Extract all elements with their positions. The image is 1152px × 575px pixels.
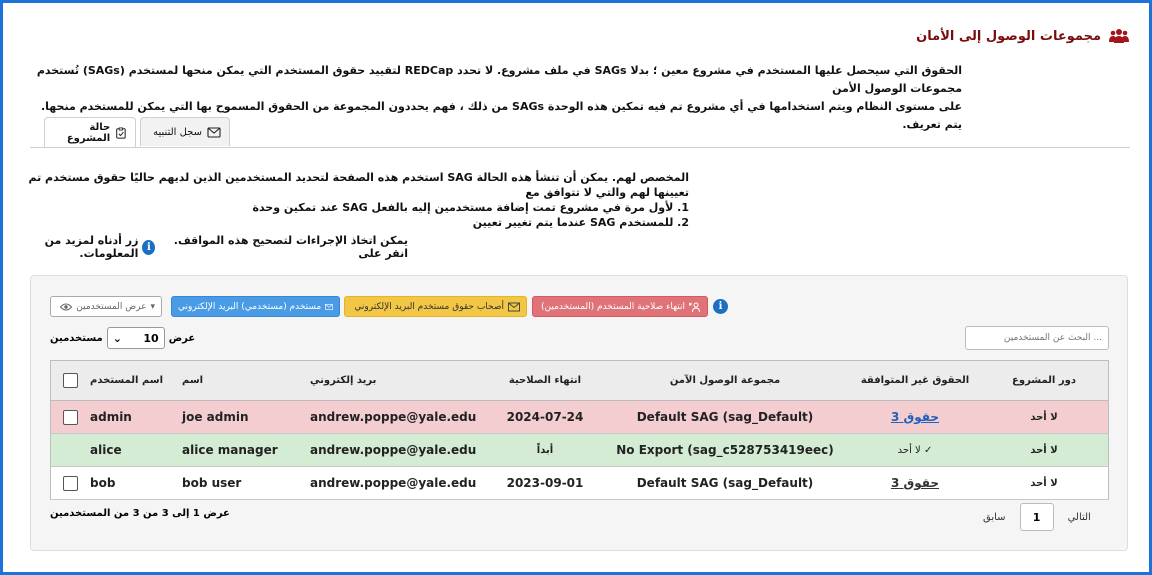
next-button[interactable]: التالي — [1068, 512, 1091, 523]
role-cell: لا أحد — [980, 433, 1109, 467]
col-project-role[interactable]: دور المشروع — [980, 360, 1109, 401]
users-panel: i انتهاء صلاحية المستخدم (المستخدمين) أص… — [30, 275, 1128, 551]
noncompliant-cell: لا أحد ✓ — [850, 433, 980, 467]
expiration-cell: أبداً — [490, 433, 600, 467]
search-input[interactable] — [965, 326, 1109, 350]
expiration-cell: 2024-07-24 — [490, 400, 600, 434]
list-item: 2. للمستخدم SAG عندما يتم تغيير تعيين — [472, 216, 689, 229]
col-sag[interactable]: مجموعة الوصول الآمن — [600, 360, 850, 401]
email-cell: andrew.poppe@yale.edu — [310, 433, 490, 467]
email-rights-holders-button[interactable]: أصحاب حقوق مستخدم البريد الإلكتروني — [344, 296, 527, 317]
col-noncompliant[interactable]: الحقوق غير المتوافقة — [850, 360, 980, 401]
email-users-button[interactable]: مستخدم (مستخدمي) البريد الإلكتروني — [171, 296, 340, 317]
noncompliant-rights-link[interactable]: حقوق 3 — [891, 476, 939, 490]
col-email[interactable]: بريد إلكتروني — [310, 360, 490, 401]
name-cell: bob user — [182, 466, 310, 500]
page-length-select[interactable]: 10 ⌄ — [106, 327, 165, 349]
col-username[interactable]: اسم المستخدم — [90, 360, 182, 401]
page-title: مجموعات الوصول إلى الأمان — [916, 28, 1129, 44]
chevron-down-icon: ⌄ — [112, 331, 122, 345]
cause-list: 1. لأول مرة في مشروع تمت إضافة مستخدمين … — [17, 200, 689, 230]
name-cell: alice manager — [182, 433, 310, 467]
role-cell: لا أحد — [980, 400, 1109, 434]
previous-button[interactable]: سابق — [983, 512, 1006, 523]
row-select[interactable] — [50, 466, 90, 500]
row-select[interactable] — [50, 400, 90, 434]
more-info-line: يمكن اتخاذ الإجراءات لتصحيح هذه المواقف.… — [44, 234, 408, 260]
table-row: alice alice manager andrew.poppe@yale.ed… — [50, 433, 1109, 467]
noncompliant-rights-link[interactable]: حقوق 3 — [891, 410, 939, 424]
row-checkbox[interactable] — [63, 409, 78, 425]
row-select — [50, 433, 90, 467]
view-users-dropdown[interactable]: ▾ عرض المستخدمين — [50, 296, 162, 317]
check-icon: ✓ — [923, 444, 933, 456]
username-cell: admin — [90, 400, 182, 434]
col-expiration[interactable]: انتهاء الصلاحية — [490, 360, 600, 401]
table-row: admin joe admin andrew.poppe@yale.edu 20… — [50, 400, 1109, 434]
mail-log-icon — [207, 127, 221, 138]
user-x-icon — [689, 302, 700, 312]
username-cell: bob — [90, 466, 182, 500]
sag-cell: Default SAG (sag_Default) — [600, 466, 850, 500]
info-icon: i — [142, 239, 156, 255]
select-all-checkbox[interactable] — [63, 373, 78, 388]
page-length-control: عرض 10 ⌄ مستخدمين — [50, 327, 195, 349]
users-group-icon — [1109, 29, 1129, 43]
envelope-icon — [508, 302, 520, 311]
row-checkbox[interactable] — [63, 475, 78, 491]
chevron-down-icon: ▾ — [150, 301, 155, 312]
table-summary: عرض 1 إلى 3 من 3 من المستخدمين — [50, 508, 230, 519]
tab-alert-log[interactable]: سجل التنبيه — [140, 117, 230, 146]
noncompliant-cell: حقوق 3 — [850, 400, 980, 434]
col-name[interactable]: اسم — [182, 360, 310, 401]
expire-users-button[interactable]: انتهاء صلاحية المستخدم (المستخدمين) — [532, 296, 708, 317]
page-frame: مجموعات الوصول إلى الأمان الحقوق التي سي… — [0, 0, 1152, 575]
tab-project-status[interactable]: حالة المشروع — [44, 117, 136, 147]
info-button[interactable]: i — [712, 296, 729, 317]
role-cell: لا أحد — [980, 466, 1109, 500]
table-row: bob bob user andrew.poppe@yale.edu 2023-… — [50, 466, 1109, 500]
sag-cell: Default SAG (sag_Default) — [600, 400, 850, 434]
table-header-row: اسم المستخدم اسم بريد إلكتروني انتهاء ال… — [50, 360, 1109, 401]
sag-cell: No Export (sag_c528753419eec) — [600, 433, 850, 467]
pagination: سابق 1 التالي — [983, 503, 1091, 531]
noncompliant-cell: حقوق 3 — [850, 466, 980, 500]
info-text: المخصص لهم. يمكن أن تنشأ هذه الحالة SAG … — [17, 170, 689, 230]
expiration-cell: 2023-09-01 — [490, 466, 600, 500]
name-cell: joe admin — [182, 400, 310, 434]
tab-bar: حالة المشروع سجل التنبيه — [30, 115, 1130, 148]
eye-icon — [60, 303, 73, 310]
clipboard-check-icon — [116, 127, 126, 139]
info-icon: i — [713, 299, 728, 314]
users-table: اسم المستخدم اسم بريد إلكتروني انتهاء ال… — [50, 360, 1109, 500]
email-cell: andrew.poppe@yale.edu — [310, 466, 490, 500]
page-1-button[interactable]: 1 — [1019, 503, 1054, 531]
select-all-header[interactable] — [50, 360, 90, 401]
email-cell: andrew.poppe@yale.edu — [310, 400, 490, 434]
list-item: 1. لأول مرة في مشروع تمت إضافة مستخدمين … — [252, 201, 689, 214]
username-cell: alice — [90, 433, 182, 467]
envelope-icon — [325, 303, 333, 310]
